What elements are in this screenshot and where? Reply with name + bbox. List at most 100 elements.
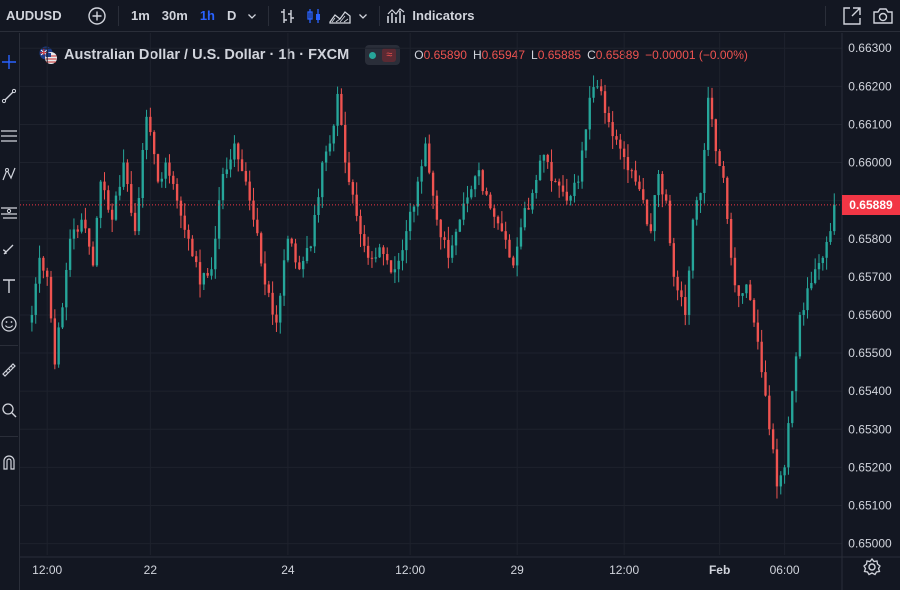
candles-chart-icon[interactable] (301, 0, 327, 32)
chart-settings-icon[interactable] (862, 557, 882, 582)
candle-body (286, 238, 290, 261)
candle-body (615, 136, 618, 140)
trendline-icon[interactable] (0, 85, 18, 107)
candle-body (584, 129, 588, 151)
candle-body (95, 217, 99, 266)
candle-body (802, 310, 805, 315)
candle-body (198, 262, 202, 285)
chevron-down-icon[interactable] (353, 0, 373, 32)
candle-body (107, 190, 110, 210)
area-chart-icon[interactable] (327, 0, 353, 32)
candle-body (84, 219, 87, 229)
fullscreen-icon[interactable] (838, 0, 866, 32)
candle-body (305, 248, 309, 261)
chevron-down-icon[interactable] (242, 0, 262, 32)
bars-chart-icon[interactable] (275, 0, 301, 32)
interval-1h[interactable]: 1h (194, 0, 221, 32)
candle-body (783, 467, 786, 476)
candle-body (557, 181, 561, 186)
symbol-search[interactable]: AUDUSD (0, 0, 82, 32)
candle-body (294, 243, 297, 263)
candle-body (424, 143, 427, 167)
candle-body (175, 183, 179, 201)
candles (30, 75, 836, 499)
candle-body (137, 198, 141, 232)
candle-body (733, 257, 737, 286)
price-tick-label: 0.66000 (848, 156, 892, 170)
candle-body (225, 169, 228, 174)
candle-body (642, 189, 645, 200)
candle-body (645, 199, 649, 225)
candle-body (794, 356, 798, 392)
candle-body (466, 197, 469, 204)
candle-body (676, 276, 679, 291)
candle-body (561, 185, 565, 192)
indicators-icon (387, 7, 406, 23)
ruler-icon[interactable] (0, 359, 18, 381)
candle-body (179, 200, 183, 216)
candle-body (634, 170, 637, 182)
candle-body (756, 322, 760, 342)
compare-add-icon[interactable] (82, 0, 112, 32)
price-axis: 0.663000.662000.661000.660000.659000.658… (848, 41, 892, 550)
candle-body (191, 238, 194, 257)
candle-body (813, 269, 817, 283)
price-chart[interactable]: 0.663000.662000.661000.660000.659000.658… (20, 33, 900, 590)
candle-body (596, 86, 599, 88)
candle-body (416, 181, 419, 207)
candle-body (554, 181, 557, 183)
price-tick-label: 0.65300 (848, 422, 892, 436)
forecast-icon[interactable] (0, 201, 18, 223)
candle-body (508, 239, 511, 258)
candle-body (61, 307, 64, 328)
price-tick-label: 0.65600 (848, 308, 892, 322)
candle-body (542, 154, 546, 161)
candle-body (477, 170, 481, 177)
candle-body (221, 173, 225, 201)
crosshair-icon[interactable] (0, 51, 18, 73)
candle-body (217, 200, 221, 239)
candle-body (46, 270, 49, 277)
candle-body (500, 223, 504, 232)
candle-body (745, 284, 748, 294)
fib-retracement-icon[interactable] (0, 125, 18, 147)
candle-body (168, 162, 171, 176)
candle-body (259, 233, 263, 264)
interval-30m[interactable]: 30m (156, 0, 194, 32)
time-tick-label: 12:00 (395, 563, 425, 577)
candle-body (741, 293, 744, 296)
brush-icon[interactable] (0, 237, 18, 259)
toolbar-divider (825, 5, 826, 26)
candle-body (340, 93, 343, 125)
candle-body (34, 283, 37, 315)
candle-body (519, 227, 523, 247)
candle-body (672, 243, 675, 277)
candle-body (187, 229, 190, 239)
magnet-icon[interactable] (0, 451, 18, 473)
interval-1m[interactable]: 1m (125, 0, 156, 32)
candle-body (195, 256, 198, 263)
camera-icon[interactable] (866, 0, 900, 32)
candle-body (30, 314, 34, 323)
emoji-icon[interactable] (0, 313, 18, 335)
candle-body (806, 288, 809, 311)
zoom-icon[interactable] (0, 399, 18, 421)
candle-body (145, 116, 148, 150)
candle-body (538, 160, 542, 180)
candle-body (126, 162, 129, 185)
pattern-icon[interactable] (0, 163, 18, 185)
candle-body (344, 124, 347, 163)
time-tick-label: 12:00 (32, 563, 62, 577)
candle-body (412, 206, 416, 212)
candle-body (99, 181, 102, 218)
candle-body (233, 143, 236, 160)
drawing-toolbar (0, 33, 20, 590)
candle-body (160, 178, 164, 182)
indicators-button[interactable]: Indicators (386, 0, 475, 32)
text-icon[interactable] (0, 275, 18, 297)
candle-body (275, 314, 278, 323)
candle-body (428, 143, 431, 173)
candle-body (103, 181, 106, 191)
candle-body (580, 150, 584, 182)
interval-d[interactable]: D (221, 0, 242, 32)
